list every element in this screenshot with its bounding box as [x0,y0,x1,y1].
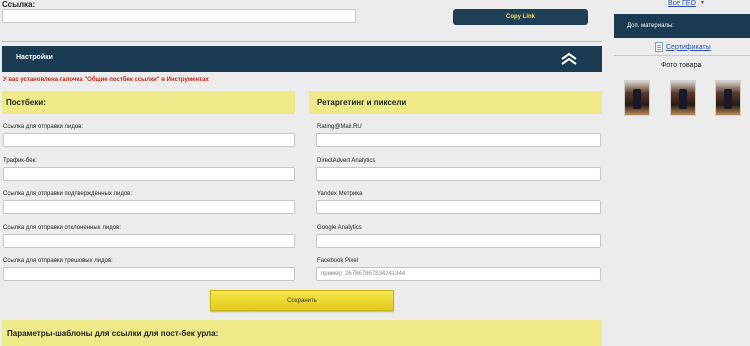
product-photos-title: Фото товара [661,62,702,69]
warning-text: У вас установлена галочка "Общие постбек… [3,77,209,83]
product-photo-thumbnail[interactable] [715,80,741,116]
certificates-link[interactable]: Сертификаты [666,44,711,51]
postback-leads-input[interactable] [3,133,295,147]
settings-title: Настройки [16,54,53,61]
copy-link-button[interactable]: Copy Link [453,9,588,25]
all-geo-link[interactable]: Все ГЕО [668,0,696,7]
postback-approved-input[interactable] [3,200,295,214]
postback-trash-label: Ссылка для отправки трешовых лидов: [3,258,113,264]
yandex-metrika-label: Yandex Метрика [317,191,363,197]
product-photo-thumbnail[interactable] [670,80,696,116]
postbacks-header: Постбеки: [2,91,295,114]
document-icon [655,42,663,52]
postback-approved-label: Ссылка для отправки подтвержденных лидов… [3,191,133,197]
divider [2,41,602,42]
product-photo-thumbnail[interactable] [624,80,650,116]
link-label: Ссылка: [2,0,36,9]
mailru-label: Rating@Mail.RU [317,124,362,130]
yandex-metrika-input[interactable] [316,200,601,214]
google-analytics-input[interactable] [316,234,601,248]
params-header: Параметры-шаблоны для ссылки для пост-бе… [2,320,602,346]
link-input[interactable] [2,9,356,23]
collapse-icon[interactable] [560,52,578,66]
save-button[interactable]: Сохранить [210,290,394,311]
facebook-pixel-label: Facebook Pixel [317,258,359,264]
directadvert-label: DirectAdvert Analytics [317,158,376,164]
traffic-back-input[interactable] [3,167,295,181]
postback-trash-input[interactable] [3,267,295,281]
postback-leads-label: Ссылка для отправки лидов: [3,124,84,130]
directadvert-input[interactable] [316,167,601,181]
caret-down-icon[interactable]: ▼ [700,0,705,6]
settings-header[interactable]: Настройки [2,46,602,72]
facebook-pixel-input[interactable]: пример: 267867867834241344 [316,267,601,281]
postback-rejected-input[interactable] [3,234,295,248]
retargeting-header: Ретаргетинг и пиксели [309,91,602,114]
google-analytics-label: Google Analytics [317,225,362,231]
mailru-input[interactable] [316,133,601,147]
certificates-row[interactable]: Сертификаты [655,42,711,52]
postback-rejected-label: Ссылка для отправки отклоненных лидов: [3,225,121,231]
divider [614,55,750,56]
traffic-back-label: Трафик-бек: [3,158,37,164]
materials-header: Доп. материалы: [614,14,750,38]
